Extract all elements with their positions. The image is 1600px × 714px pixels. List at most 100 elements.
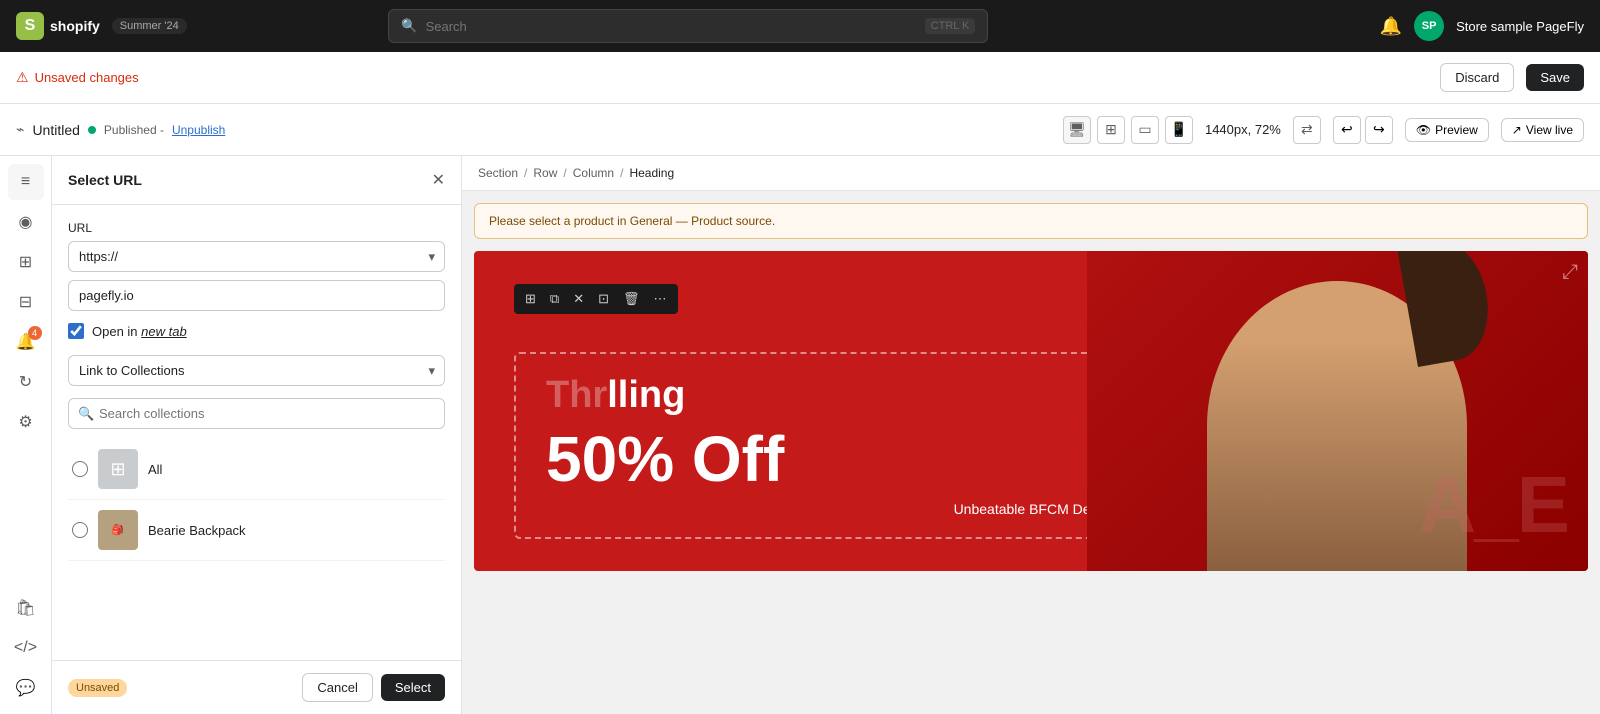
breadcrumb-row: Row <box>533 166 557 180</box>
view-live-button[interactable]: ↗ View live <box>1501 118 1584 142</box>
fullscreen-icon[interactable]: ⤢ <box>1562 261 1578 284</box>
shopify-wordmark: shopify <box>50 18 100 34</box>
collection-radio-all[interactable] <box>72 461 88 477</box>
breadcrumb: Section / Row / Column / Heading <box>462 156 1600 191</box>
sidebar-item-chat[interactable]: 💬 <box>8 670 44 706</box>
wide-view-icon[interactable]: ⊞ <box>1097 116 1125 144</box>
undo-redo-controls: ↩ ↪ <box>1333 116 1393 144</box>
url-label: URL <box>68 221 445 235</box>
page-title-area: ⌁ Untitled Published - Unpublish <box>16 121 225 138</box>
open-new-tab-row: Open in new tab <box>68 323 445 339</box>
toolbar-copy-button[interactable]: ⧉ <box>545 288 564 310</box>
sale-watermark: A_E <box>1418 459 1568 551</box>
top-navigation: S shopify Summer '24 🔍 CTRL K 🔔 SP Store… <box>0 0 1600 52</box>
tablet-view-icon[interactable]: ▭ <box>1131 116 1159 144</box>
toolbar-delete-button[interactable]: ✕ <box>568 288 589 310</box>
toolbar-more-button[interactable]: ⋯ <box>649 288 672 310</box>
page-title: Untitled <box>32 122 79 138</box>
notification-text: Please select a product in General — Pro… <box>489 214 775 228</box>
bell-icon[interactable]: 🔔 <box>1380 16 1402 37</box>
breadcrumb-section: Section <box>478 166 518 180</box>
sidebar-item-layers[interactable]: ≡ <box>8 164 44 200</box>
undo-button[interactable]: ↩ <box>1333 116 1361 144</box>
unsaved-changes-bar: ⚠ Unsaved changes Discard Save <box>0 52 1600 104</box>
collection-thumb-bearie: 🎒 <box>98 510 138 550</box>
panel-title: Select URL <box>68 172 142 188</box>
avatar[interactable]: SP <box>1414 11 1444 41</box>
sidebar-item-apps[interactable]: 🛍 <box>8 590 44 626</box>
discard-button[interactable]: Discard <box>1440 63 1514 92</box>
collections-list: ⊞ All 🎒 Bearie Backpack <box>68 439 445 561</box>
page-info-bar: ⌁ Untitled Published - Unpublish 🖥 ⊞ ▭ 📱… <box>0 104 1600 156</box>
sidebar-item-code[interactable]: </> <box>8 630 44 666</box>
published-label: Published - <box>104 123 164 137</box>
mobile-view-icon[interactable]: 📱 <box>1165 116 1193 144</box>
toolbar-trash-button[interactable]: 🗑 <box>618 288 645 310</box>
eye-icon: 👁 <box>1416 123 1431 137</box>
published-dot <box>88 126 96 134</box>
toolbar-right: 🖥 ⊞ ▭ 📱 1440px, 72% ⇄ ↩ ↪ 👁 Preview ↗ Vi… <box>1063 116 1584 144</box>
redo-button[interactable]: ↪ <box>1365 116 1393 144</box>
search-collections-icon: 🔍 <box>78 406 94 422</box>
left-sidebar: ≡ ◉ ⊞ ⊟ 🔔 4 ↻ ⚙ 🛍 </> 💬 <box>0 156 52 714</box>
external-link-icon: ↗ <box>1512 123 1522 137</box>
sidebar-item-notifications[interactable]: 🔔 4 <box>8 324 44 360</box>
canvas-area: Section / Row / Column / Heading Please … <box>462 156 1600 714</box>
search-collections-input[interactable] <box>68 398 445 429</box>
collection-item-all[interactable]: ⊞ All <box>68 439 445 500</box>
sidebar-item-settings[interactable]: ⚙ <box>8 404 44 440</box>
hero-section: ⊞ ⧉ ✕ ⊡ 🗑 ⋯ Thrlling 50% Off Unbeatable … <box>474 251 1588 571</box>
desktop-view-icon[interactable]: 🖥 <box>1063 116 1091 144</box>
link-type-select[interactable]: Link to Collections Link to Products Lin… <box>68 355 445 386</box>
url-scheme-select[interactable]: https:// http:// <box>68 241 445 272</box>
toolbar-duplicate-button[interactable]: ⊡ <box>593 288 614 310</box>
zoom-level: 1440px, 72% <box>1205 122 1281 137</box>
sidebar-item-grid[interactable]: ⊞ <box>8 244 44 280</box>
shopify-logo: S shopify <box>16 12 100 40</box>
breadcrumb-column: Column <box>573 166 614 180</box>
unsaved-indicator: ⚠ Unsaved changes <box>16 69 139 86</box>
url-value-input[interactable] <box>68 280 445 311</box>
unpublish-link[interactable]: Unpublish <box>172 123 225 137</box>
global-search-bar[interactable]: 🔍 CTRL K <box>388 9 988 43</box>
collection-item-bearie[interactable]: 🎒 Bearie Backpack <box>68 500 445 561</box>
panel-footer: Unsaved Cancel Select <box>52 660 461 714</box>
notification-banner: Please select a product in General — Pro… <box>474 203 1588 239</box>
collection-name-all: All <box>148 462 162 477</box>
search-input[interactable] <box>426 19 917 34</box>
search-icon: 🔍 <box>401 18 417 34</box>
select-url-panel: Select URL ✕ URL https:// http:// ▾ Open… <box>52 156 462 714</box>
select-button[interactable]: Select <box>381 674 445 701</box>
url-scheme-wrapper: https:// http:// ▾ <box>68 241 445 272</box>
collection-name-bearie: Bearie Backpack <box>148 523 246 538</box>
link-type-wrapper: Link to Collections Link to Products Lin… <box>68 355 445 386</box>
responsive-icon[interactable]: ⇄ <box>1293 116 1321 144</box>
breadcrumb-heading: Heading <box>629 166 674 180</box>
element-toolbar: ⊞ ⧉ ✕ ⊡ 🗑 ⋯ <box>514 284 678 314</box>
toolbar-move-button[interactable]: ⊞ <box>520 288 541 310</box>
shopify-logo-icon: S <box>16 12 44 40</box>
sidebar-item-elements[interactable]: ◉ <box>8 204 44 240</box>
collection-thumb-all: ⊞ <box>98 449 138 489</box>
unsaved-badge: Unsaved <box>68 679 127 697</box>
hair-decoration <box>1398 251 1498 367</box>
close-panel-button[interactable]: ✕ <box>432 170 445 190</box>
unsaved-label: Unsaved changes <box>35 70 139 85</box>
open-new-tab-checkbox[interactable] <box>68 323 84 339</box>
save-button[interactable]: Save <box>1526 64 1584 91</box>
view-icons: 🖥 ⊞ ▭ 📱 <box>1063 116 1193 144</box>
preview-button[interactable]: 👁 Preview <box>1405 118 1489 142</box>
search-shortcut: CTRL K <box>925 18 976 34</box>
sidebar-item-sync[interactable]: ↻ <box>8 364 44 400</box>
search-collections-wrapper: 🔍 <box>68 398 445 429</box>
cancel-button[interactable]: Cancel <box>302 673 372 702</box>
sidebar-item-table[interactable]: ⊟ <box>8 284 44 320</box>
panel-body: URL https:// http:// ▾ Open in new tab L… <box>52 205 461 660</box>
store-name: Store sample PageFly <box>1456 19 1584 34</box>
page-icon: ⌁ <box>16 121 24 138</box>
main-area: ≡ ◉ ⊞ ⊟ 🔔 4 ↻ ⚙ 🛍 </> 💬 Select URL ✕ URL… <box>0 156 1600 714</box>
open-new-tab-label: Open in new tab <box>92 324 187 339</box>
collection-radio-bearie[interactable] <box>72 522 88 538</box>
nav-right-area: 🔔 SP Store sample PageFly <box>1380 11 1584 41</box>
all-collections-icon: ⊞ <box>110 459 125 480</box>
